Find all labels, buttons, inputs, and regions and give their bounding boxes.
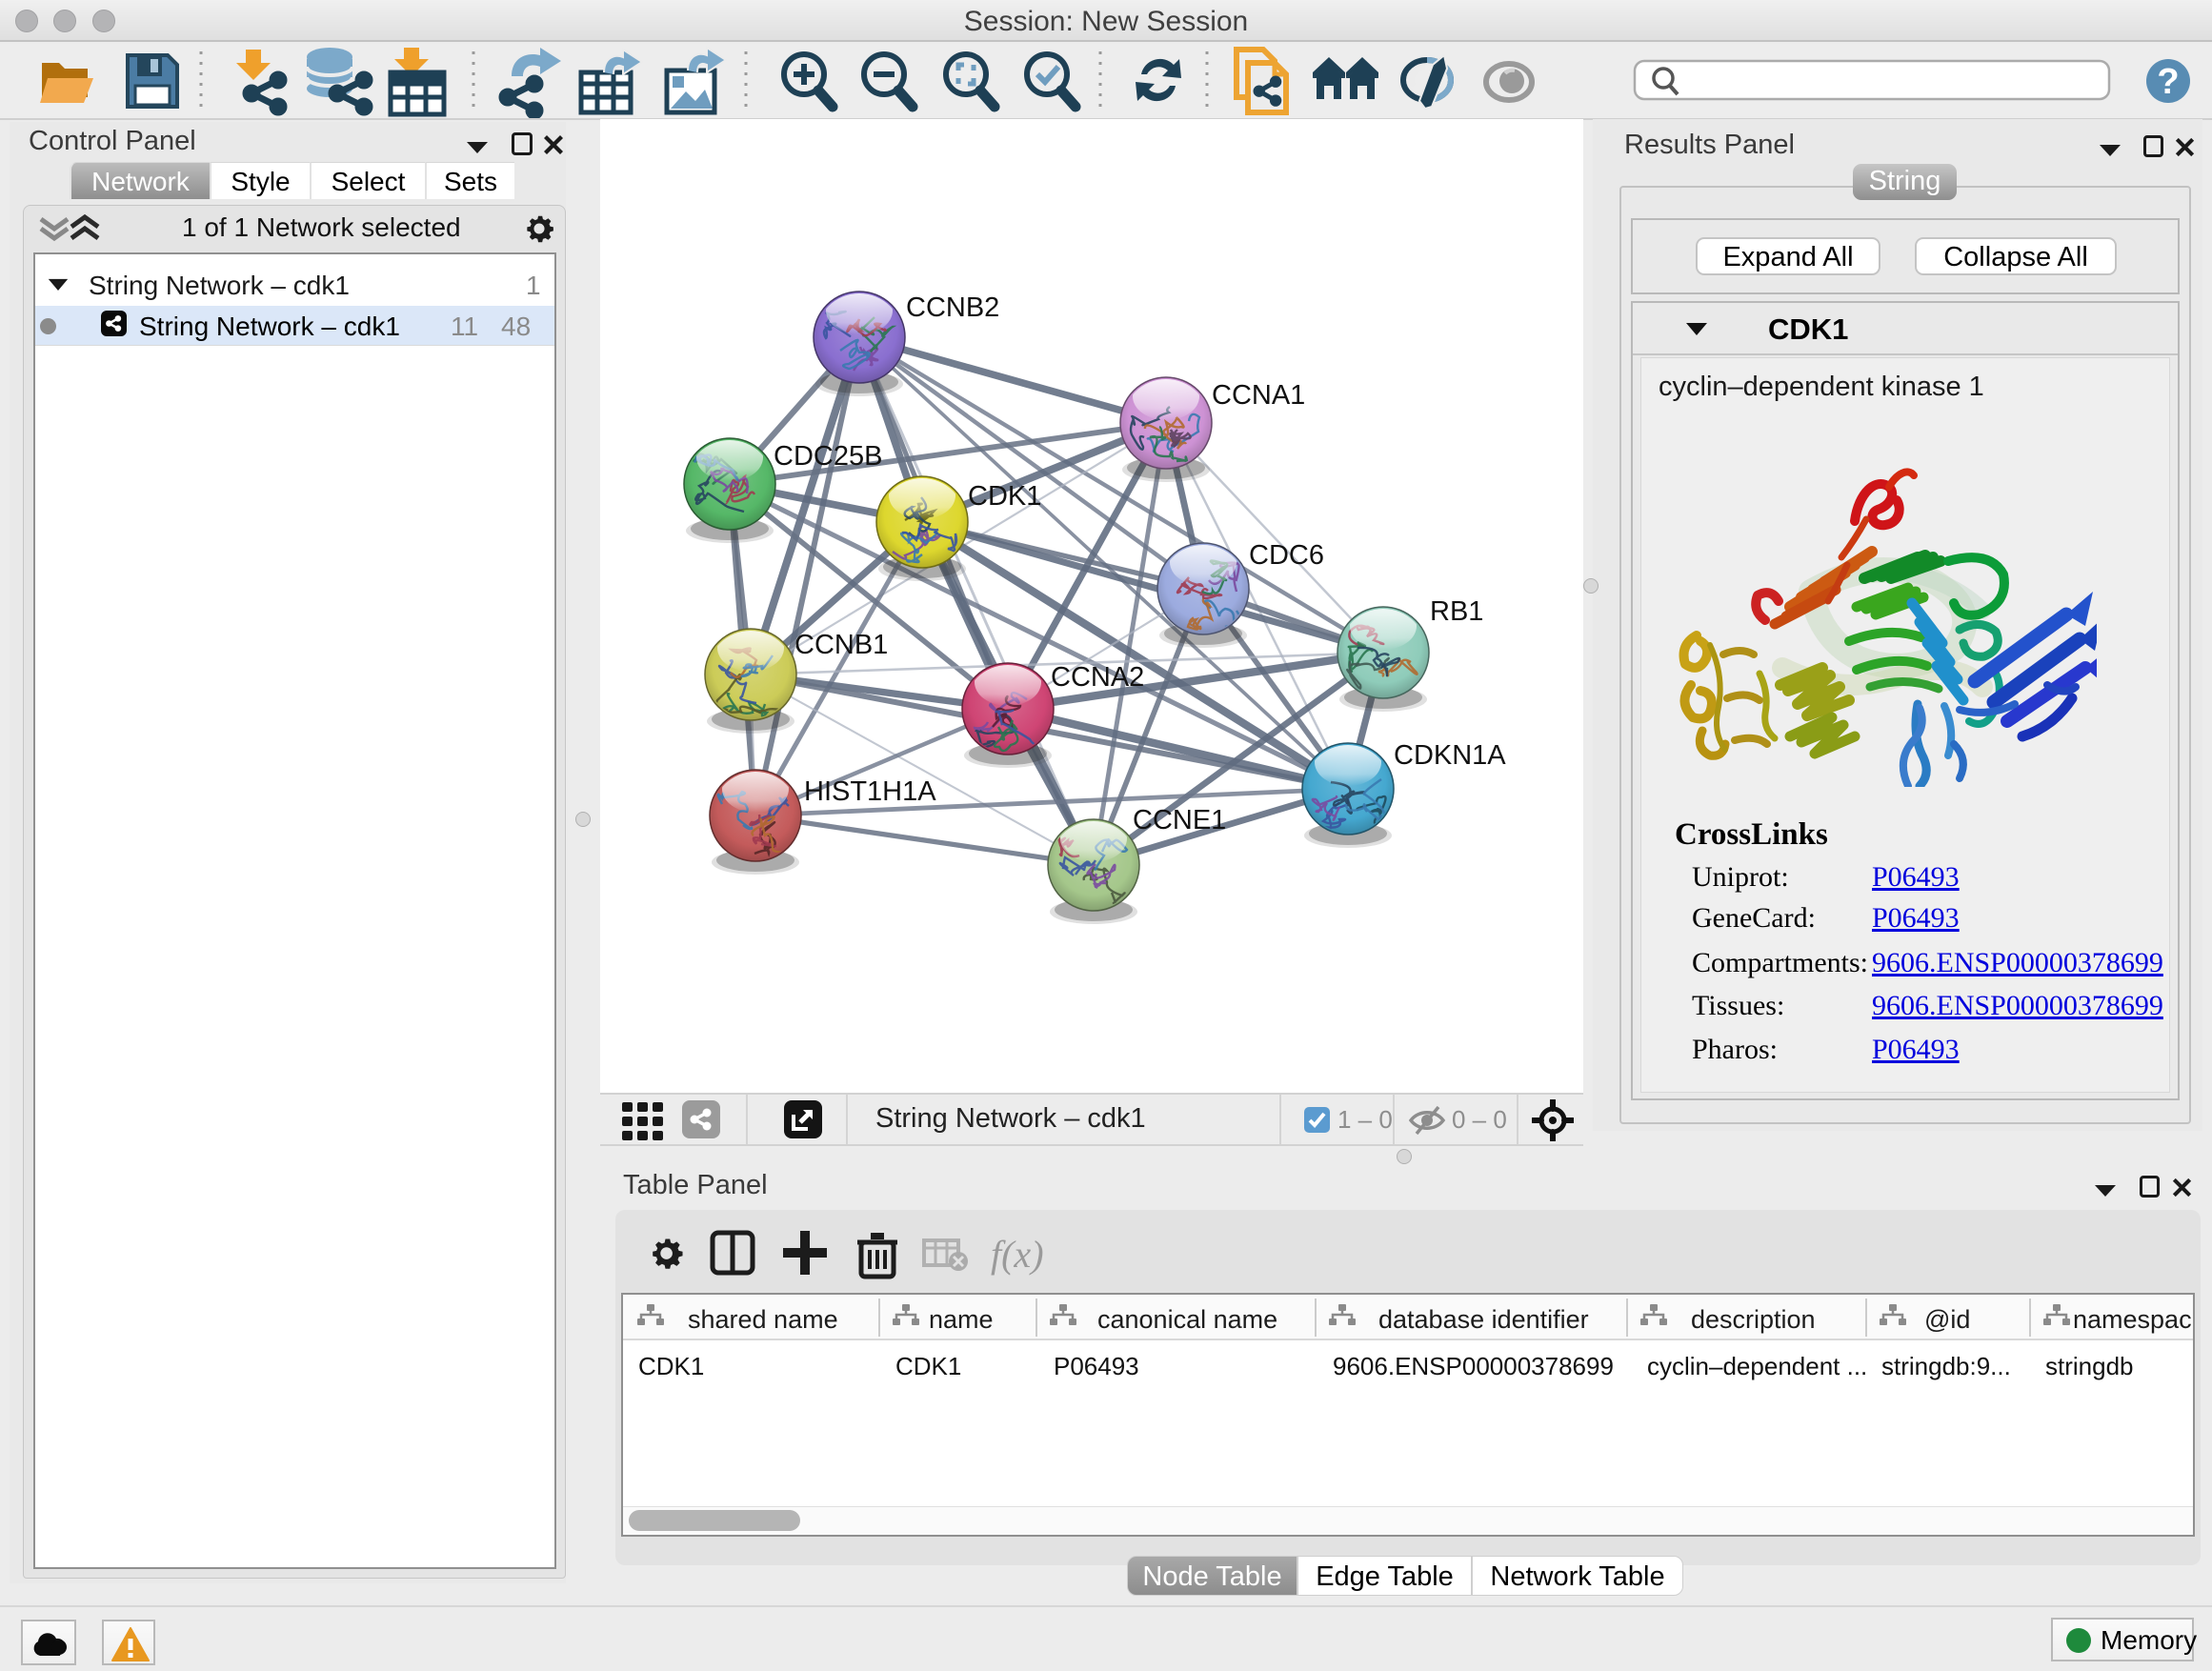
svg-text:CCNE1: CCNE1 — [1133, 805, 1226, 836]
svg-text:RB1: RB1 — [1430, 596, 1483, 627]
svg-text:HIST1H1A: HIST1H1A — [804, 776, 936, 807]
svg-text:?: ? — [2157, 62, 2179, 102]
svg-text:CDC6: CDC6 — [1249, 540, 1324, 571]
svg-text:CDC25B: CDC25B — [774, 441, 882, 472]
svg-text:CCNB2: CCNB2 — [906, 292, 999, 323]
svg-text:CCNB1: CCNB1 — [794, 630, 888, 660]
svg-text:CCNA1: CCNA1 — [1212, 380, 1305, 411]
svg-text:CDK1: CDK1 — [968, 481, 1041, 512]
svg-text:f(x): f(x) — [991, 1233, 1044, 1276]
svg-text:CDKN1A: CDKN1A — [1394, 740, 1506, 771]
svg-text:CCNA2: CCNA2 — [1051, 662, 1144, 693]
